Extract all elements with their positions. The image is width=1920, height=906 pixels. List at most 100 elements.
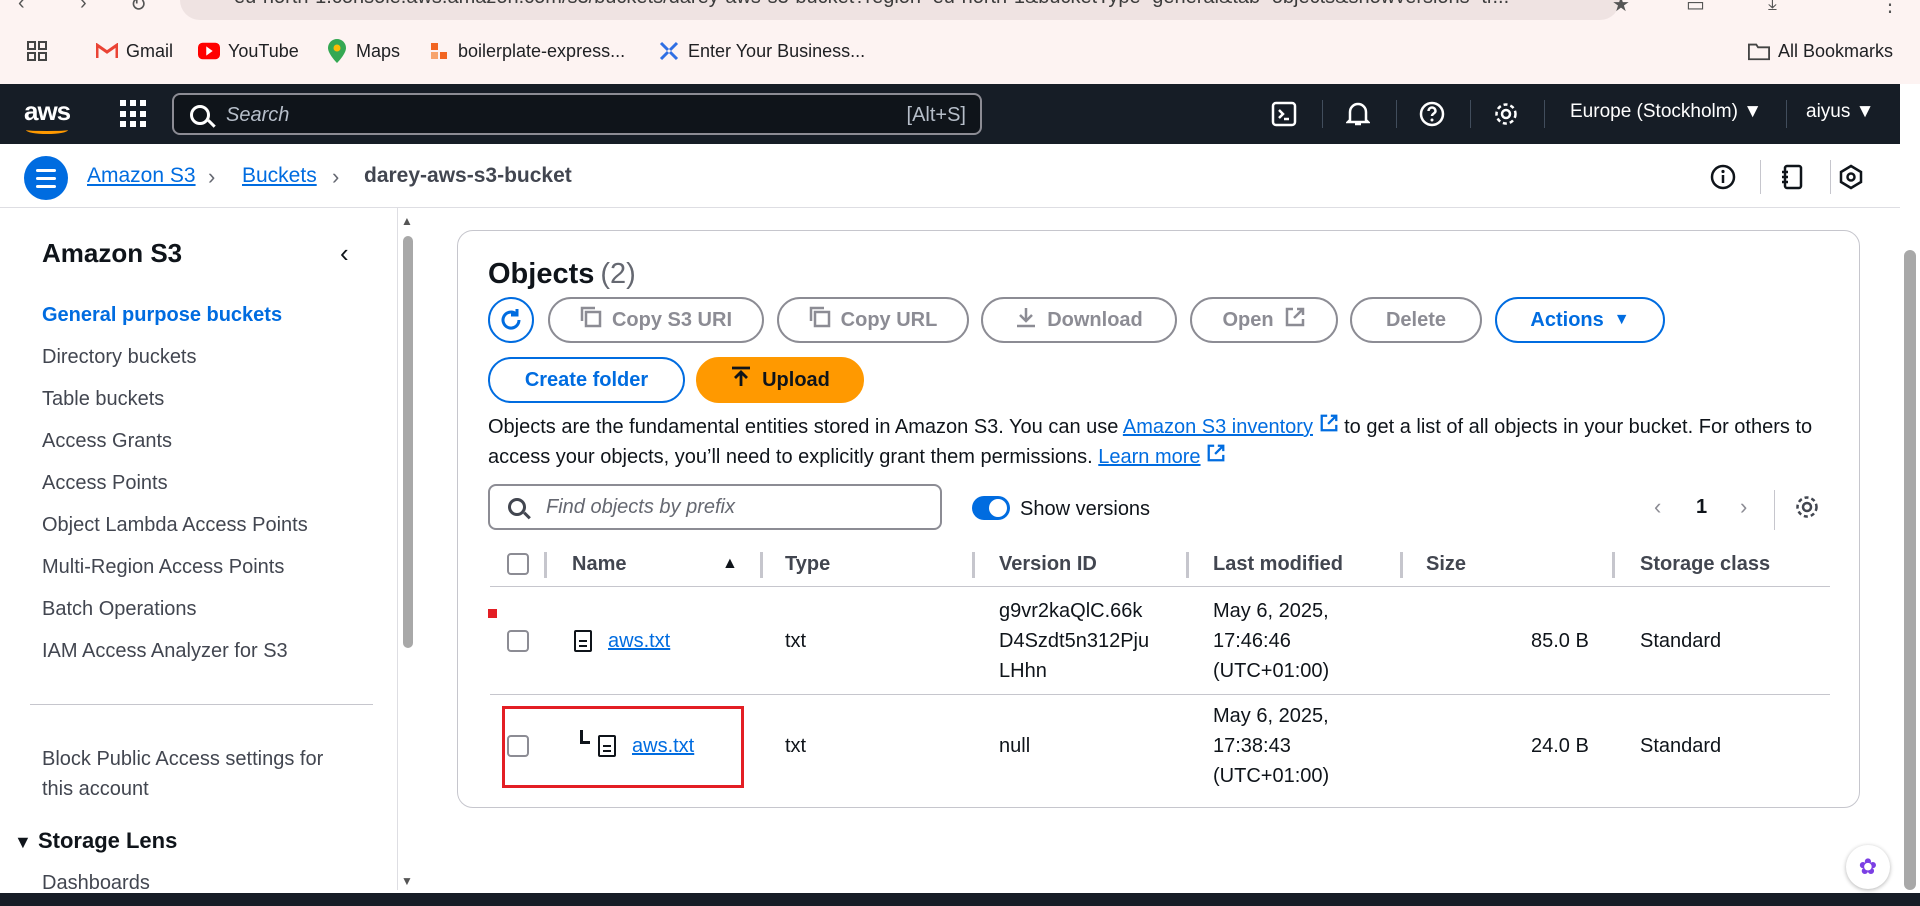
show-versions-toggle[interactable] bbox=[972, 496, 1010, 520]
sidebar-item-block-public-access[interactable]: Block Public Access settings for this ac… bbox=[42, 744, 323, 804]
object-last-modified: May 6, 2025, 17:46:46 (UTC+01:00) bbox=[1213, 600, 1330, 682]
breadcrumb-amazon-s3[interactable]: Amazon S3 bbox=[87, 164, 196, 188]
notes-panel-icon[interactable] bbox=[1778, 162, 1808, 192]
learn-more-link[interactable]: Learn more bbox=[1098, 446, 1200, 468]
table-row-divider bbox=[490, 694, 1830, 695]
next-page-icon[interactable]: › bbox=[1740, 494, 1747, 520]
feedback-hexagon-icon[interactable] bbox=[1836, 162, 1866, 192]
sidebar-item-access-grants[interactable]: Access Grants bbox=[42, 430, 172, 453]
object-last-modified: May 6, 2025, 17:38:43 (UTC+01:00) bbox=[1213, 705, 1330, 787]
sidebar-item-access-points[interactable]: Access Points bbox=[42, 472, 168, 495]
search-icon bbox=[190, 105, 210, 125]
upload-button[interactable]: Upload bbox=[696, 357, 864, 403]
back-icon[interactable]: ‹ bbox=[18, 0, 25, 15]
actions-dropdown[interactable]: Actions ▼ bbox=[1495, 297, 1665, 343]
breadcrumb-buckets[interactable]: Buckets bbox=[242, 164, 317, 188]
object-version-id: null bbox=[999, 735, 1031, 757]
gmail-icon bbox=[96, 40, 118, 62]
search-input[interactable]: Search [Alt+S] bbox=[172, 93, 982, 135]
sort-ascending-icon: ▲ bbox=[722, 555, 738, 572]
column-header-size[interactable]: Size bbox=[1426, 553, 1466, 576]
boilerplate-icon bbox=[428, 40, 450, 62]
objects-heading: Objects (2) bbox=[488, 258, 636, 290]
copy-s3-uri-button[interactable]: Copy S3 URI bbox=[548, 297, 764, 343]
sidebar-item-batch-operations[interactable]: Batch Operations bbox=[42, 598, 197, 621]
s3-inventory-link[interactable]: Amazon S3 inventory bbox=[1123, 416, 1313, 438]
bookmark-youtube[interactable]: YouTube bbox=[198, 40, 299, 62]
copy-icon bbox=[809, 306, 831, 334]
sidebar-scrollbar[interactable] bbox=[403, 236, 413, 648]
sidebar-item-general-purpose-buckets[interactable]: General purpose buckets bbox=[42, 304, 282, 327]
breadcrumb-current: darey-aws-s3-bucket bbox=[364, 164, 572, 187]
column-header-type[interactable]: Type bbox=[785, 553, 830, 576]
aws-footer bbox=[0, 893, 1920, 906]
column-header-last-modified[interactable]: Last modified bbox=[1213, 553, 1343, 576]
download-button[interactable]: Download bbox=[981, 297, 1177, 343]
nav-menu-icon[interactable] bbox=[24, 156, 68, 200]
scroll-down-icon[interactable]: ▼ bbox=[401, 874, 413, 888]
external-link-icon bbox=[1201, 444, 1227, 468]
apps-icon[interactable] bbox=[26, 40, 48, 62]
region-selector[interactable]: Europe (Stockholm) ▼ bbox=[1570, 101, 1762, 123]
create-folder-button[interactable]: Create folder bbox=[488, 357, 685, 403]
page-scrollbar[interactable] bbox=[1904, 250, 1916, 890]
info-icon[interactable] bbox=[1708, 162, 1738, 192]
reload-icon[interactable]: ↻ bbox=[130, 0, 147, 17]
all-bookmarks[interactable]: All Bookmarks bbox=[1748, 40, 1893, 62]
assistant-icon[interactable]: ✿ bbox=[1846, 845, 1890, 889]
object-name-link[interactable]: aws.txt bbox=[608, 626, 670, 656]
browser-menu-icon[interactable]: ⋮ bbox=[1880, 0, 1900, 17]
aws-logo[interactable]: aws bbox=[24, 96, 71, 134]
previous-page-icon[interactable]: ‹ bbox=[1654, 494, 1661, 520]
forward-icon[interactable]: › bbox=[80, 0, 87, 15]
column-header-storage-class[interactable]: Storage class bbox=[1640, 553, 1770, 576]
upload-icon bbox=[730, 366, 752, 394]
table-preferences-gear-icon[interactable] bbox=[1794, 494, 1820, 525]
delete-button[interactable]: Delete bbox=[1350, 297, 1482, 343]
notifications-bell-icon[interactable] bbox=[1342, 98, 1374, 130]
object-type: txt bbox=[785, 630, 807, 652]
download-icon[interactable]: ⤓ bbox=[1768, 0, 1777, 15]
page-number[interactable]: 1 bbox=[1696, 496, 1707, 519]
sidebar-item-iam-access-analyzer[interactable]: IAM Access Analyzer for S3 bbox=[42, 640, 288, 663]
select-all-checkbox[interactable] bbox=[507, 553, 529, 575]
cloudshell-icon[interactable] bbox=[1268, 98, 1300, 130]
chevron-right-icon: › bbox=[332, 164, 340, 189]
account-menu[interactable]: aiyus ▼ bbox=[1806, 101, 1874, 123]
caret-down-icon: ▼ bbox=[1855, 101, 1875, 122]
bookmark-gmail[interactable]: Gmail bbox=[96, 40, 173, 62]
sidebar-section-storage-lens[interactable]: ▼ Storage Lens bbox=[14, 828, 177, 854]
business-icon bbox=[658, 40, 680, 62]
copy-url-button[interactable]: Copy URL bbox=[777, 297, 969, 343]
download-icon bbox=[1015, 306, 1037, 334]
scroll-up-icon[interactable]: ▲ bbox=[401, 214, 413, 228]
help-icon[interactable] bbox=[1416, 98, 1448, 130]
sidebar-item-table-buckets[interactable]: Table buckets bbox=[42, 388, 164, 411]
find-objects-input[interactable]: Find objects by prefix bbox=[488, 484, 942, 530]
sidebar-item-dashboards[interactable]: Dashboards bbox=[42, 872, 150, 890]
extensions-icon[interactable]: ▭ bbox=[1686, 0, 1705, 17]
bookmark-business[interactable]: Enter Your Business... bbox=[658, 40, 865, 62]
column-header-name[interactable]: Name ▲ bbox=[572, 553, 738, 576]
bookmark-boilerplate[interactable]: boilerplate-express... bbox=[428, 40, 625, 62]
browser-chrome: ‹ › ↻ eu-north-1.console.aws.amazon.com/… bbox=[0, 0, 1920, 84]
open-button[interactable]: Open bbox=[1190, 297, 1338, 343]
sidebar-item-multi-region[interactable]: Multi-Region Access Points bbox=[42, 556, 284, 579]
row-checkbox[interactable] bbox=[507, 630, 529, 652]
bookmark-maps[interactable]: Maps bbox=[326, 39, 400, 63]
column-header-version-id[interactable]: Version ID bbox=[999, 553, 1097, 576]
refresh-button[interactable] bbox=[488, 297, 534, 343]
refresh-icon bbox=[501, 309, 521, 330]
folder-icon bbox=[1748, 40, 1770, 62]
sidebar-item-directory-buckets[interactable]: Directory buckets bbox=[42, 346, 197, 369]
sidebar-item-object-lambda[interactable]: Object Lambda Access Points bbox=[42, 514, 308, 537]
objects-description: Objects are the fundamental entities sto… bbox=[488, 414, 1813, 468]
address-bar[interactable]: eu-north-1.console.aws.amazon.com/s3/buc… bbox=[180, 0, 1620, 20]
collapse-sidebar-icon[interactable]: ‹ bbox=[340, 238, 349, 269]
bookmark-star-icon[interactable]: ★ bbox=[1612, 0, 1630, 17]
services-menu-icon[interactable] bbox=[120, 100, 148, 128]
settings-gear-icon[interactable] bbox=[1490, 98, 1522, 130]
sidebar-divider bbox=[30, 704, 373, 705]
sidebar: Amazon S3 ‹ General purpose buckets Dire… bbox=[0, 208, 398, 890]
marker-dot bbox=[488, 609, 497, 618]
